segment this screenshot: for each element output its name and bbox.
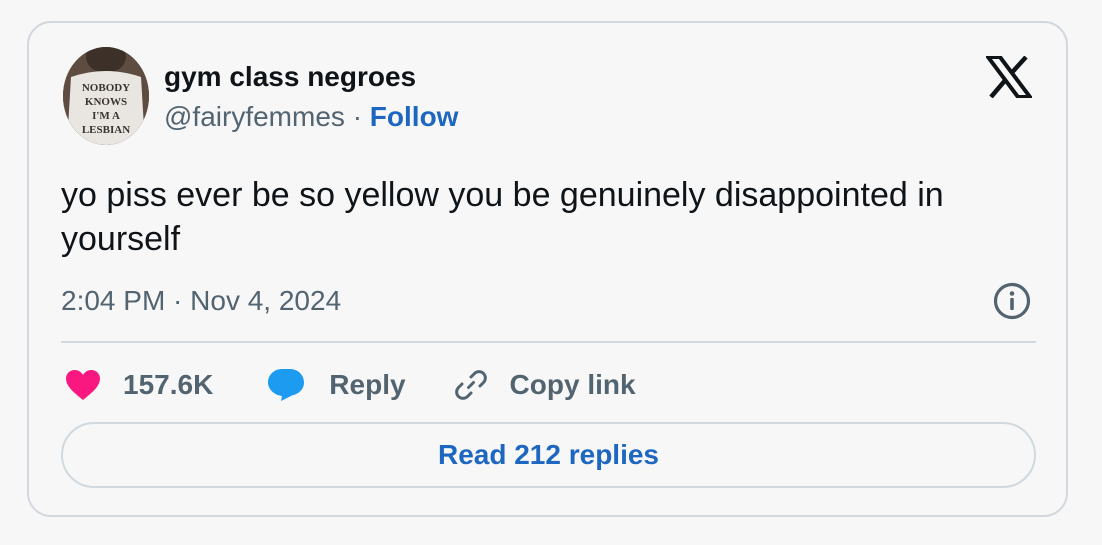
read-replies-button[interactable]: Read 212 replies [61, 422, 1036, 488]
reply-label: Reply [329, 369, 406, 400]
follow-button[interactable]: Follow [370, 101, 459, 132]
tweet-timestamp[interactable]: 2:04 PM · Nov 4, 2024 [61, 285, 341, 317]
handle-separator: · [352, 101, 363, 132]
divider [61, 341, 1036, 343]
info-icon[interactable] [992, 281, 1032, 321]
heart-icon [66, 370, 100, 400]
link-icon [454, 370, 487, 400]
avatar-image: NOBODY KNOWS I'M A LESBIAN [63, 47, 149, 145]
avatar-shirt-line-4: LESBIAN [82, 124, 130, 136]
like-button[interactable]: 157.6K [65, 369, 267, 401]
user-handle[interactable]: @fairyfemmes [164, 101, 345, 132]
read-replies-label: Read 212 replies [437, 439, 660, 470]
avatar[interactable]: NOBODY KNOWS I'M A LESBIAN [63, 47, 149, 145]
avatar-shirt-line-2: KNOWS [85, 96, 127, 108]
action-bar: 157.6K Reply Copy link [65, 363, 636, 407]
copy-link-label: Copy link [509, 369, 636, 400]
x-logo-icon[interactable] [984, 55, 1034, 99]
handle-row: @fairyfemmes · Follow [164, 101, 458, 133]
copy-link-button[interactable]: Copy link [454, 368, 636, 402]
avatar-shirt-line-3: I'M A [92, 110, 120, 122]
tweet-text: yo piss ever be so yellow you be genuine… [61, 176, 944, 258]
display-name[interactable]: gym class negroes [164, 61, 416, 93]
reply-bubble-icon [268, 369, 305, 401]
tweet-card: NOBODY KNOWS I'M A LESBIAN gym class neg… [27, 21, 1068, 517]
avatar-shirt-line-1: NOBODY [82, 82, 130, 94]
like-count: 157.6K [123, 369, 214, 400]
reply-button[interactable]: Reply [267, 368, 453, 402]
